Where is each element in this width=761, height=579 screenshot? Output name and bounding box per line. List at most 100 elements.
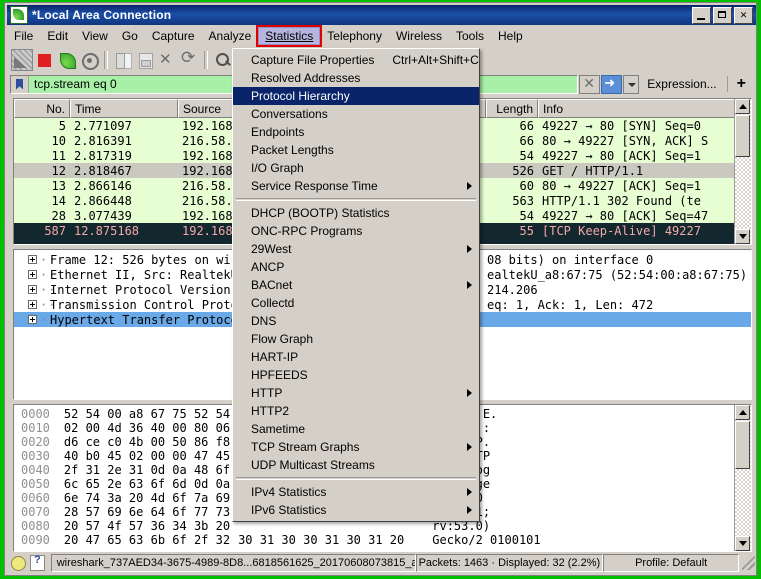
- menu-capture[interactable]: Capture: [145, 27, 202, 45]
- scroll-up-icon[interactable]: [735, 99, 750, 114]
- expand-icon[interactable]: [28, 270, 37, 279]
- start-capture-icon[interactable]: [11, 49, 33, 71]
- column-header-no[interactable]: No.: [14, 99, 70, 118]
- cell-length: 563: [512, 193, 534, 208]
- menu-item-sametime[interactable]: Sametime: [233, 420, 479, 438]
- column-header-info[interactable]: Info: [538, 99, 751, 118]
- menu-item-bacnet[interactable]: BACnet: [233, 276, 479, 294]
- tree-connector: ··: [40, 252, 57, 267]
- tree-connector: ··: [40, 297, 57, 312]
- menu-item-packet-lengths[interactable]: Packet Lengths: [233, 141, 479, 159]
- menu-go[interactable]: Go: [115, 27, 145, 45]
- title-bar: *Local Area Connection ✕: [7, 5, 756, 25]
- expand-icon[interactable]: [28, 315, 37, 324]
- menu-item-label: 29West: [251, 242, 292, 256]
- menu-item-ipv6-statistics[interactable]: IPv6 Statistics: [233, 501, 479, 519]
- menu-item-udp-multicast-streams[interactable]: UDP Multicast Streams: [233, 456, 479, 474]
- menu-telephony[interactable]: Telephony: [320, 27, 389, 45]
- scroll-down-icon[interactable]: [735, 536, 750, 551]
- expand-icon[interactable]: [28, 255, 37, 264]
- cell-time: 12.875168: [74, 223, 140, 238]
- menu-item-hart-ip[interactable]: HART-IP: [233, 348, 479, 366]
- cell-info: 80 → 49227 [SYN, ACK] S: [542, 133, 709, 148]
- menu-statistics[interactable]: Statistics: [256, 24, 323, 47]
- menu-tools[interactable]: Tools: [449, 27, 491, 45]
- column-header-length[interactable]: Length: [486, 99, 538, 118]
- restart-capture-icon[interactable]: [57, 50, 77, 70]
- expert-info-icon[interactable]: [11, 555, 26, 571]
- menu-wireless[interactable]: Wireless: [389, 27, 449, 45]
- menu-item-ancp[interactable]: ANCP: [233, 258, 479, 276]
- menu-item-service-response-time[interactable]: Service Response Time: [233, 177, 479, 195]
- expand-icon[interactable]: [28, 285, 37, 294]
- menu-item-tcp-stream-graphs[interactable]: TCP Stream Graphs: [233, 438, 479, 456]
- cell-no: 28: [51, 208, 66, 223]
- status-packet-counts: Packets: 1463 · Displayed: 32 (2.2%): [415, 554, 603, 572]
- expand-icon[interactable]: [28, 300, 37, 309]
- filter-bookmark-icon[interactable]: [11, 75, 29, 93]
- menu-view[interactable]: View: [75, 27, 115, 45]
- cell-info: 49227 → 80 [SYN] Seq=0: [542, 118, 701, 133]
- menu-item-flow-graph[interactable]: Flow Graph: [233, 330, 479, 348]
- add-filter-button-button[interactable]: +: [730, 75, 753, 93]
- menu-item-protocol-hierarchy[interactable]: Protocol Hierarchy: [233, 87, 479, 105]
- menu-item-label: HTTP: [251, 386, 283, 400]
- status-profile[interactable]: Profile: Default: [602, 554, 740, 572]
- filter-expression-button[interactable]: Expression...: [639, 77, 724, 91]
- tree-node-label: Transmission Control Protoco: [50, 297, 253, 312]
- close-button[interactable]: ✕: [734, 6, 753, 24]
- submenu-arrow-icon: [467, 506, 472, 514]
- menu-item-dhcp-bootp-statistics[interactable]: DHCP (BOOTP) Statistics: [233, 204, 479, 222]
- menu-item-resolved-addresses[interactable]: Resolved Addresses: [233, 69, 479, 87]
- scroll-down-icon[interactable]: [735, 229, 750, 244]
- menu-item-conversations[interactable]: Conversations: [233, 105, 479, 123]
- menu-help[interactable]: Help: [491, 27, 530, 45]
- submenu-arrow-icon: [467, 488, 472, 496]
- menu-analyze[interactable]: Analyze: [202, 27, 259, 45]
- scroll-up-icon[interactable]: [735, 405, 750, 420]
- scroll-thumb[interactable]: [735, 421, 750, 469]
- capture-file-comment-icon[interactable]: [30, 554, 45, 571]
- scroll-thumb[interactable]: [735, 115, 750, 157]
- open-file-icon[interactable]: [113, 50, 133, 70]
- menu-item-label: HART-IP: [251, 350, 299, 364]
- stop-capture-icon[interactable]: [35, 50, 55, 70]
- tree-connector: ··: [40, 312, 57, 327]
- menu-item-label: IPv6 Statistics: [251, 503, 327, 517]
- menu-item-io-graph[interactable]: I/O Graph: [233, 159, 479, 177]
- menu-item-onc-rpc-programs[interactable]: ONC-RPC Programs: [233, 222, 479, 240]
- maximize-button[interactable]: [713, 6, 732, 24]
- filter-history-chevron-icon[interactable]: [623, 74, 640, 94]
- packet-bytes-vertical-scrollbar[interactable]: [734, 405, 751, 551]
- find-packet-icon[interactable]: [213, 50, 233, 70]
- minimize-button[interactable]: [692, 6, 711, 24]
- menu-item-label: UDP Multicast Streams: [251, 458, 375, 472]
- menu-item-29west[interactable]: 29West: [233, 240, 479, 258]
- menu-item-ipv4-statistics[interactable]: IPv4 Statistics: [233, 483, 479, 501]
- menu-item-dns[interactable]: DNS: [233, 312, 479, 330]
- apply-filter-icon[interactable]: [601, 74, 623, 94]
- reload-file-icon[interactable]: [179, 48, 199, 70]
- capture-options-icon[interactable]: [79, 50, 99, 70]
- menu-item-hpfeeds[interactable]: HPFEEDS: [233, 366, 479, 384]
- menu-edit[interactable]: Edit: [40, 27, 75, 45]
- menu-file[interactable]: File: [7, 27, 40, 45]
- close-file-icon[interactable]: [157, 50, 177, 70]
- save-file-icon[interactable]: [135, 50, 155, 70]
- menu-item-endpoints[interactable]: Endpoints: [233, 123, 479, 141]
- menu-item-http2[interactable]: HTTP2: [233, 402, 479, 420]
- menu-item-http[interactable]: HTTP: [233, 384, 479, 402]
- menu-item-label: Sametime: [251, 422, 306, 436]
- menu-item-capture-file-properties[interactable]: Capture File Properties Ctrl+Alt+Shift+C: [233, 51, 479, 69]
- menu-item-label: ANCP: [251, 260, 285, 274]
- hex-offsets: 0000 0010 0020 0030 0040 0050 0060 0070 …: [21, 407, 50, 547]
- menu-item-collectd[interactable]: Collectd: [233, 294, 479, 312]
- packet-list-vertical-scrollbar[interactable]: [734, 99, 751, 244]
- column-header-time[interactable]: Time: [70, 99, 178, 118]
- tree-node-label-right: 214.206: [487, 282, 538, 297]
- clear-filter-icon[interactable]: [579, 74, 601, 94]
- cell-info: HTTP/1.1 302 Found (te: [542, 193, 701, 208]
- statistics-menu[interactable]: Capture File Properties Ctrl+Alt+Shift+C…: [232, 48, 480, 522]
- tree-node-label: Internet Protocol Version 4,: [50, 282, 253, 297]
- window-resize-grip[interactable]: [742, 556, 756, 570]
